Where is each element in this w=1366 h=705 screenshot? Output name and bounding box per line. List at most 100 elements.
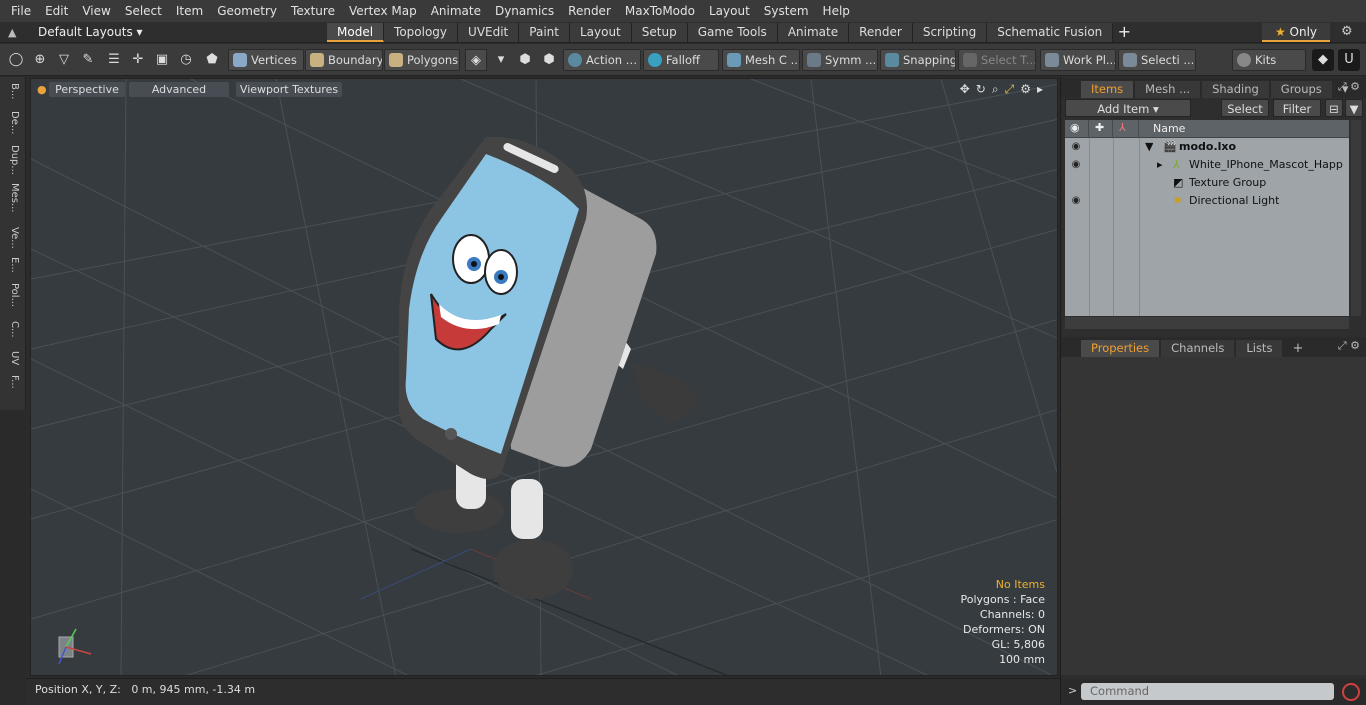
eye-icon[interactable]: ◉: [1069, 192, 1083, 210]
add-panel-tab-button[interactable]: +: [1284, 340, 1311, 357]
snapping-button[interactable]: Snapping: [880, 49, 956, 71]
tab-paint[interactable]: Paint: [519, 23, 570, 42]
menu-geometry[interactable]: Geometry: [210, 0, 284, 22]
tab-topology[interactable]: Topology: [384, 23, 459, 42]
left-tab-deform[interactable]: De...: [4, 111, 20, 134]
brush-icon[interactable]: ✎: [77, 49, 99, 71]
viewport-textures-button[interactable]: Viewport Textures: [236, 82, 342, 97]
menu-help[interactable]: Help: [816, 0, 857, 22]
selection-sets-button[interactable]: Selecti ...: [1118, 49, 1196, 71]
3d-viewport[interactable]: ● Perspective Advanced Viewport Textures…: [30, 78, 1058, 676]
tree-row-light[interactable]: ◉ ✸ Directional Light: [1065, 192, 1349, 210]
add-tab-button[interactable]: +: [1113, 23, 1135, 42]
menu-vertex-map[interactable]: Vertex Map: [342, 0, 424, 22]
tree-row-scene[interactable]: ◉ ▼ 🎬 modo.lxo: [1065, 138, 1349, 156]
tab-setup[interactable]: Setup: [631, 23, 688, 42]
select-through-button[interactable]: Select T...: [958, 49, 1036, 71]
tab-shading[interactable]: Shading: [1202, 81, 1269, 98]
only-toggle[interactable]: ★ Only: [1262, 23, 1330, 42]
align-icon[interactable]: ☰: [103, 49, 125, 71]
boundary-button[interactable]: Boundary: [305, 49, 383, 71]
tab-schematic-fusion[interactable]: Schematic Fusion: [987, 23, 1114, 42]
tab-mesh-ops[interactable]: Mesh ...: [1135, 81, 1201, 98]
mesh-constraint-button[interactable]: Mesh C ...: [722, 49, 800, 71]
layout-dropdown[interactable]: Default Layouts ▾: [38, 25, 143, 39]
menu-edit[interactable]: Edit: [38, 0, 75, 22]
gear-icon[interactable]: ⚙: [1341, 24, 1353, 39]
tab-model[interactable]: Model: [327, 23, 385, 42]
tab-game-tools[interactable]: Game Tools: [687, 23, 778, 42]
move-view-icon[interactable]: ✥: [960, 82, 970, 97]
left-tab-duplicate[interactable]: Dup...: [4, 145, 20, 175]
menu-item[interactable]: Item: [169, 0, 210, 22]
menu-file[interactable]: File: [4, 0, 38, 22]
pen-icon[interactable]: ▽: [53, 49, 75, 71]
unreal-icon[interactable]: U: [1338, 49, 1360, 71]
left-tab-polygon[interactable]: Pol...: [4, 283, 20, 307]
menu-dynamics[interactable]: Dynamics: [488, 0, 561, 22]
unity-icon[interactable]: ◆: [1312, 49, 1334, 71]
expand-arrow-icon[interactable]: ▼: [1145, 138, 1153, 156]
tab-uvedit[interactable]: UVEdit: [458, 23, 520, 42]
tab-items[interactable]: Items: [1081, 81, 1134, 98]
eye-icon[interactable]: ◉: [1069, 156, 1083, 174]
tab-layout[interactable]: Layout: [569, 23, 632, 42]
vertices-button[interactable]: Vertices: [228, 49, 304, 71]
left-tab-fusion[interactable]: F...: [4, 375, 20, 389]
tree-row-texture-group[interactable]: ◉ ◩ Texture Group: [1065, 174, 1349, 192]
tree-row-mesh[interactable]: ◉ ▸ ⅄ White_IPhone_Mascot_Happ ...: [1065, 156, 1349, 174]
globe-icon[interactable]: ⊕: [29, 49, 51, 71]
menu-maxtomodo[interactable]: MaxToModo: [618, 0, 702, 22]
type-column[interactable]: ⅄: [1113, 120, 1139, 138]
record-icon[interactable]: [1342, 683, 1360, 701]
viewport-shading-button[interactable]: Advanced: [129, 82, 229, 97]
kits-button[interactable]: Kits: [1232, 49, 1306, 71]
items-panel-corner-icons[interactable]: ⤢ ⚙: [1338, 80, 1360, 94]
tab-render[interactable]: Render: [849, 23, 913, 42]
viewport-view-button[interactable]: Perspective: [49, 82, 125, 97]
tab-properties[interactable]: Properties: [1081, 340, 1160, 357]
left-tab-vertex[interactable]: Ve...: [4, 227, 20, 249]
falloff-button[interactable]: Falloff: [643, 49, 719, 71]
tree-horizontal-scrollbar[interactable]: [1065, 317, 1349, 329]
action-button[interactable]: Action …: [563, 49, 641, 71]
left-tab-uv[interactable]: UV: [4, 351, 20, 365]
select-button[interactable]: Select: [1221, 99, 1269, 117]
viewport-expand-icon[interactable]: ▸: [1037, 82, 1043, 97]
tab-scripting[interactable]: Scripting: [912, 23, 988, 42]
filter-button[interactable]: Filter: [1273, 99, 1321, 117]
command-input[interactable]: Command: [1081, 683, 1334, 700]
left-tab-mesh-edit[interactable]: Mes...: [4, 183, 20, 213]
symmetry-button[interactable]: Symm ...: [802, 49, 878, 71]
menu-view[interactable]: View: [75, 0, 117, 22]
menu-texture[interactable]: Texture: [284, 0, 342, 22]
layout-home-icon[interactable]: ▲: [8, 26, 20, 39]
menu-render[interactable]: Render: [561, 0, 618, 22]
mascot-model[interactable]: [398, 136, 701, 599]
add-item-button[interactable]: Add Item ▾: [1065, 99, 1191, 117]
viewport-settings-icon[interactable]: ⚙: [1020, 82, 1031, 97]
tree-vertical-scrollbar[interactable]: [1351, 120, 1361, 316]
left-tab-basic[interactable]: B...: [4, 83, 20, 99]
tab-channels[interactable]: Channels: [1161, 340, 1235, 357]
menu-layout[interactable]: Layout: [702, 0, 757, 22]
eye-icon[interactable]: ◉: [1069, 138, 1083, 156]
zoom-view-icon[interactable]: ⌕: [992, 82, 999, 97]
visibility-column[interactable]: ◉: [1065, 120, 1089, 138]
circle-select-icon[interactable]: ◯: [5, 49, 27, 71]
rotate-view-icon[interactable]: ↻: [976, 82, 986, 97]
lock-column[interactable]: ✚: [1089, 120, 1113, 138]
cube-mode-icon[interactable]: ◈: [465, 49, 487, 71]
tab-groups[interactable]: Groups: [1270, 81, 1332, 98]
left-tab-curve[interactable]: C...: [4, 321, 20, 338]
menu-system[interactable]: System: [757, 0, 816, 22]
center-icon[interactable]: ✛: [127, 49, 149, 71]
collapse-icon[interactable]: ⊟: [1325, 99, 1343, 117]
menu-select[interactable]: Select: [118, 0, 169, 22]
funnel-icon[interactable]: ▼: [1345, 99, 1363, 117]
shield-icon[interactable]: ⬟: [201, 49, 223, 71]
tab-animate[interactable]: Animate: [777, 23, 850, 42]
collapse-arrow-icon[interactable]: ▸: [1157, 156, 1163, 174]
polygons-button[interactable]: Polygons: [384, 49, 460, 71]
frame-icon[interactable]: ▣: [151, 49, 173, 71]
